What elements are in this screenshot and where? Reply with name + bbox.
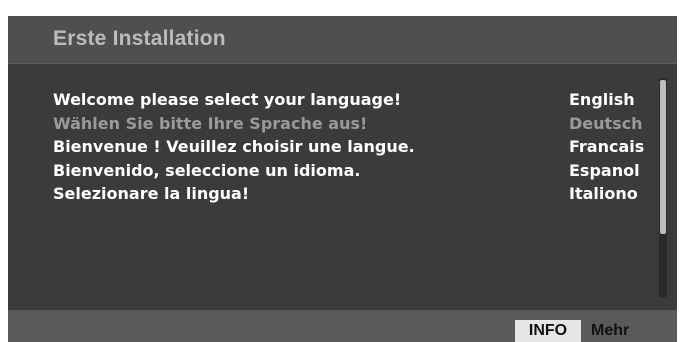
- language-option-espanol[interactable]: Bienvenido, seleccione un idioma. Espano…: [8, 161, 677, 185]
- language-menu: Welcome please select your language! Eng…: [8, 64, 677, 310]
- language-name: Espanol: [569, 160, 640, 180]
- language-prompt: Bienvenue ! Veuillez choisir une langue.: [53, 137, 415, 156]
- footer-bar: INFO Mehr: [8, 310, 677, 342]
- installation-screen: Erste Installation Welcome please select…: [8, 16, 677, 342]
- language-name: English: [569, 90, 635, 109]
- page-title: Erste Installation: [53, 27, 226, 50]
- language-option-italiano[interactable]: Selezionare la lingua! Italiono: [8, 184, 677, 208]
- language-prompt: Bienvenido, seleccione un idioma.: [53, 160, 361, 180]
- language-option-deutsch[interactable]: Wählen Sie bitte Ihre Sprache aus! Deuts…: [8, 114, 677, 138]
- language-list: Welcome please select your language! Eng…: [8, 90, 677, 208]
- language-option-francais[interactable]: Bienvenue ! Veuillez choisir une langue.…: [8, 137, 677, 161]
- language-prompt: Selezionare la lingua!: [53, 184, 250, 203]
- more-label: Mehr: [591, 322, 630, 339]
- scrollbar[interactable]: [659, 78, 667, 297]
- title-bar: Erste Installation: [8, 16, 677, 64]
- language-option-english[interactable]: Welcome please select your language! Eng…: [8, 90, 677, 114]
- scrollbar-thumb[interactable]: [660, 80, 666, 234]
- language-name: Italiono: [569, 184, 638, 203]
- language-name: Francais: [569, 137, 645, 156]
- language-prompt: Wählen Sie bitte Ihre Sprache aus!: [53, 113, 368, 133]
- language-prompt: Welcome please select your language!: [53, 90, 402, 109]
- info-button[interactable]: INFO: [515, 320, 581, 342]
- language-name: Deutsch: [569, 113, 643, 133]
